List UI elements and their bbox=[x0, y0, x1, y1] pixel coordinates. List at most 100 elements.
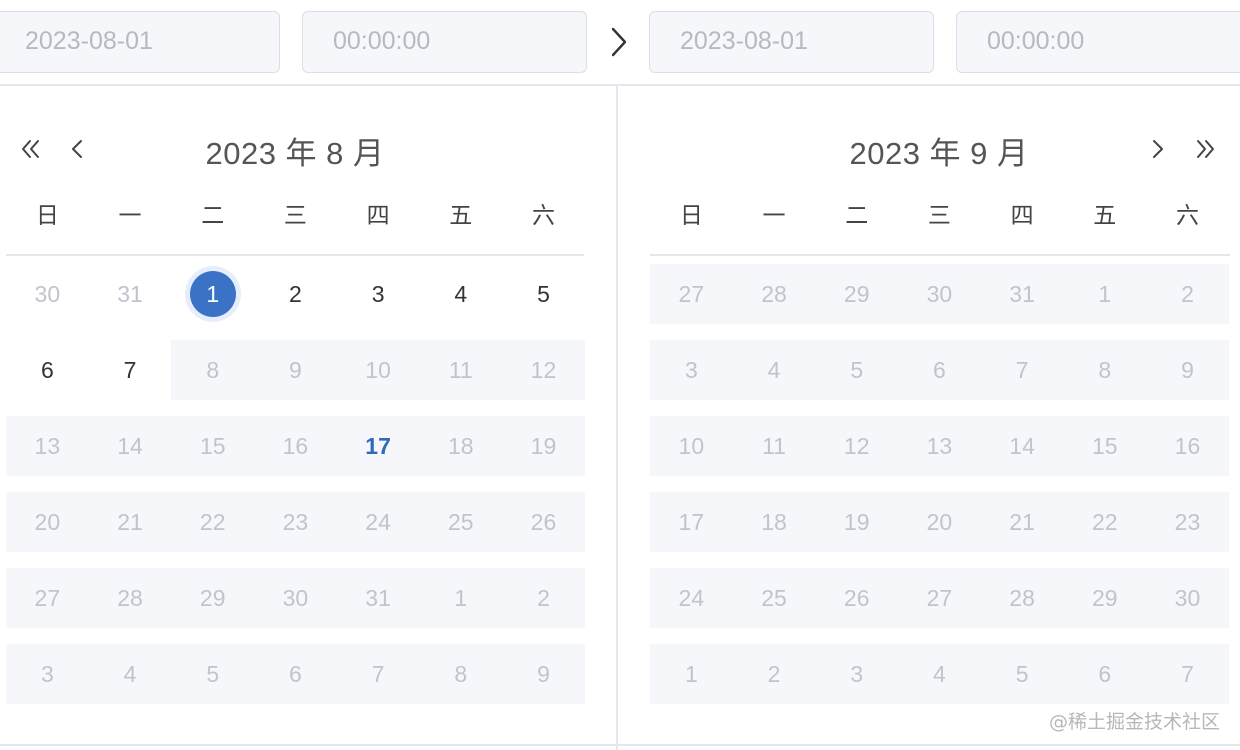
right-weekday-divider bbox=[650, 254, 1230, 256]
right-calendar-grid: 27 28 29 30 31 1 2 3 4 5 6 7 8 9 10 11 12 13 14 15 16 17 18 19 2… bbox=[650, 264, 1229, 720]
date-cell: 5 bbox=[850, 356, 864, 383]
date-cell: 18 bbox=[761, 508, 787, 535]
right-month-title: 2023 年 9 月 bbox=[849, 136, 1029, 171]
weekday-label: 六 bbox=[1175, 203, 1199, 229]
weekday-label: 四 bbox=[1010, 203, 1034, 229]
date-cell: 4 bbox=[767, 356, 781, 383]
date-cell: 5 bbox=[1015, 660, 1029, 687]
date-cell: 28 bbox=[1009, 584, 1035, 611]
date-cell[interactable]: 6 bbox=[6, 340, 89, 400]
date-cell: 28 bbox=[117, 584, 143, 611]
date-cell[interactable]: 5 bbox=[502, 264, 585, 324]
date-cell: 4 bbox=[933, 660, 946, 687]
date-cell: 31 bbox=[117, 280, 143, 307]
start-date-input[interactable]: 2023-08-01 bbox=[0, 11, 280, 73]
date-cell: 1 bbox=[1098, 280, 1112, 307]
date-cell: 8 bbox=[206, 356, 220, 383]
date-cell: 9 bbox=[289, 356, 302, 383]
date-cell: 27 bbox=[926, 584, 953, 611]
date-cell: 21 bbox=[1009, 508, 1035, 535]
end-date-input[interactable]: 2023-08-01 bbox=[649, 11, 934, 73]
date-cell: 6 bbox=[933, 356, 946, 383]
panel-middle-divider bbox=[616, 86, 618, 750]
date-cell: 13 bbox=[34, 432, 61, 459]
date-cell: 7 bbox=[371, 660, 385, 687]
weekday-label: 五 bbox=[1093, 203, 1117, 229]
date-cell: 22 bbox=[199, 508, 226, 535]
date-cell: 31 bbox=[365, 584, 391, 611]
calendar-week-row: 13 14 15 16 17 18 19 bbox=[6, 416, 585, 476]
date-cell: 25 bbox=[761, 584, 787, 611]
start-time-input[interactable]: 00:00:00 bbox=[302, 11, 587, 73]
date-cell: 29 bbox=[1091, 584, 1118, 611]
weekday-label: 二 bbox=[845, 203, 869, 229]
date-cell: 16 bbox=[282, 432, 309, 459]
date-cell: 12 bbox=[843, 432, 870, 459]
selected-date-cell[interactable]: 1 bbox=[171, 264, 254, 324]
date-cell: 15 bbox=[199, 432, 226, 459]
chevron-left-icon[interactable] bbox=[62, 134, 92, 164]
date-cell: 8 bbox=[1098, 356, 1112, 383]
calendar-week-row: 27 28 29 30 31 1 2 bbox=[6, 568, 585, 628]
end-time-input[interactable]: 00:00:00 bbox=[956, 11, 1240, 73]
date-cell: 23 bbox=[1174, 508, 1201, 535]
weekday-label: 日 bbox=[679, 203, 703, 229]
date-cell[interactable]: 2 bbox=[254, 264, 337, 324]
chevron-right-icon[interactable] bbox=[1143, 134, 1173, 164]
date-cell: 11 bbox=[762, 432, 786, 459]
date-cell: 20 bbox=[926, 508, 953, 535]
date-cell: 25 bbox=[447, 508, 474, 535]
selected-date-marker: 1 bbox=[189, 271, 236, 317]
date-cell[interactable]: 3 bbox=[337, 264, 420, 324]
left-weekday-divider bbox=[6, 254, 584, 256]
date-cell: 9 bbox=[537, 660, 550, 687]
calendar-week-row: 3 4 5 6 7 8 9 bbox=[6, 644, 585, 704]
date-cell: 3 bbox=[40, 660, 54, 687]
date-cell: 4 bbox=[123, 660, 137, 687]
calendar-week-row: 10 11 12 13 14 15 16 bbox=[650, 416, 1229, 476]
panel-bottom-divider bbox=[0, 744, 1240, 746]
date-cell: 22 bbox=[1091, 508, 1118, 535]
date-cell: 21 bbox=[117, 508, 143, 535]
date-cell: 29 bbox=[843, 280, 870, 307]
date-cell: 5 bbox=[206, 660, 220, 687]
date-cell: 2 bbox=[1181, 280, 1194, 307]
date-cell: 17 bbox=[678, 508, 705, 535]
date-cell: 8 bbox=[454, 660, 468, 687]
chevron-right-icon bbox=[607, 26, 631, 58]
date-cell: 16 bbox=[1174, 432, 1201, 459]
date-cell: 2 bbox=[537, 584, 550, 611]
date-cell: 20 bbox=[34, 508, 61, 535]
calendar-week-row: 24 25 26 27 28 29 30 bbox=[650, 568, 1229, 628]
date-cell: 24 bbox=[365, 508, 391, 535]
date-cell: 6 bbox=[1098, 660, 1112, 687]
double-chevron-right-icon[interactable] bbox=[1190, 134, 1220, 164]
calendar-week-row: 30 31 1 2 3 4 5 bbox=[6, 264, 585, 324]
double-chevron-left-icon[interactable] bbox=[16, 134, 46, 164]
date-cell: 31 bbox=[1009, 280, 1035, 307]
date-cell: 6 bbox=[289, 660, 302, 687]
left-calendar-grid: 30 31 1 2 3 4 5 6 7 8 9 10 11 12 13 14 15 16 17 18 19 20 21 22 2… bbox=[6, 264, 585, 720]
date-cell: 19 bbox=[530, 432, 557, 459]
left-month-title: 2023 年 8 月 bbox=[205, 136, 385, 171]
date-cell: 1 bbox=[454, 584, 468, 611]
right-weekday-header: 日一二三四五六 bbox=[650, 196, 1229, 236]
date-cell: 29 bbox=[199, 584, 226, 611]
calendar-week-row: 1 2 3 4 5 6 7 bbox=[650, 644, 1229, 704]
date-cell: 11 bbox=[448, 356, 473, 383]
panel-top-divider bbox=[0, 84, 1240, 86]
date-cell: 23 bbox=[282, 508, 309, 535]
weekday-label: 五 bbox=[449, 203, 473, 229]
date-cell[interactable]: 4 bbox=[419, 264, 502, 324]
date-cell: 30 bbox=[34, 280, 61, 307]
weekday-label: 四 bbox=[366, 203, 390, 229]
date-cell: 1 bbox=[684, 660, 698, 687]
date-cell: 24 bbox=[678, 584, 705, 611]
weekday-label: 日 bbox=[35, 203, 59, 229]
date-cell: 14 bbox=[117, 432, 143, 459]
date-cell: 9 bbox=[1181, 356, 1194, 383]
date-cell[interactable]: 7 bbox=[89, 340, 172, 400]
weekday-label: 二 bbox=[201, 203, 225, 229]
calendar-week-row: 3 4 5 6 7 8 9 bbox=[650, 340, 1229, 400]
date-cell: 10 bbox=[365, 356, 391, 383]
